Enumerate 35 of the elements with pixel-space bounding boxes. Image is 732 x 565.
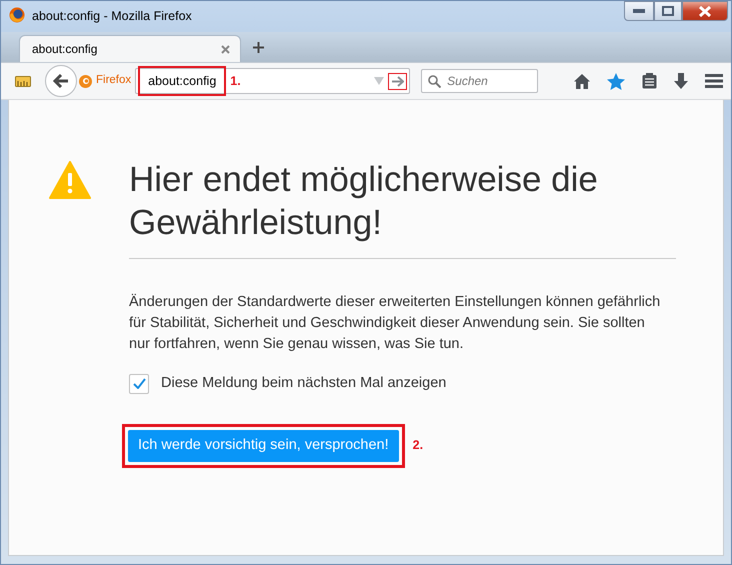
back-arrow-icon xyxy=(53,74,69,88)
browser-logo-icon xyxy=(9,7,25,23)
warning-icon xyxy=(49,161,91,199)
home-icon[interactable] xyxy=(574,74,590,88)
close-icon xyxy=(698,6,712,16)
address-field[interactable]: about:config 1. xyxy=(135,68,410,94)
new-tab-icon[interactable] xyxy=(253,42,264,53)
step-label: 2. xyxy=(412,437,424,454)
search-icon xyxy=(428,75,442,88)
arrow-icon xyxy=(391,76,404,86)
warning-message: Änderungen der Standardwerte dieser erweiterten Einstellungen können gefährlich für Stabilität, Sicherheit und Geschwindigkeit dieser Anwendung sein. Sie sollten nur fortfahren, wenn Sie genau wissen, was Sie tun. xyxy=(129,292,662,354)
go-button[interactable] xyxy=(388,72,408,90)
url-text: about:config xyxy=(148,74,216,88)
download-icon[interactable] xyxy=(674,73,688,89)
search-field[interactable]: Suchen xyxy=(421,69,538,93)
maximize-icon xyxy=(662,6,674,16)
back-button[interactable] xyxy=(45,65,77,97)
checkbox[interactable] xyxy=(129,374,149,394)
close-button[interactable] xyxy=(682,1,728,21)
close-icon[interactable] xyxy=(221,44,230,54)
maximize-button[interactable] xyxy=(654,1,682,21)
checkbox-label: Diese Meldung beim nächsten Mal anzeigen xyxy=(161,374,446,393)
checkmark-icon xyxy=(132,378,146,390)
window-title: about:config - Mozilla Firefox xyxy=(32,8,192,25)
list-icon[interactable] xyxy=(642,73,657,89)
minimize-icon xyxy=(633,9,645,13)
tab-label: about:config xyxy=(32,41,98,58)
star-icon[interactable] xyxy=(607,72,625,90)
browser-logo-icon xyxy=(79,74,92,88)
ruler-icon[interactable] xyxy=(15,76,31,86)
minimize-button[interactable] xyxy=(624,1,654,21)
step-label: 1. xyxy=(230,72,241,90)
page-heading: Hier endet möglicherweise die Gewährleistung! xyxy=(129,159,599,244)
menu-icon[interactable] xyxy=(705,74,723,88)
tab[interactable]: about:config xyxy=(19,35,241,62)
